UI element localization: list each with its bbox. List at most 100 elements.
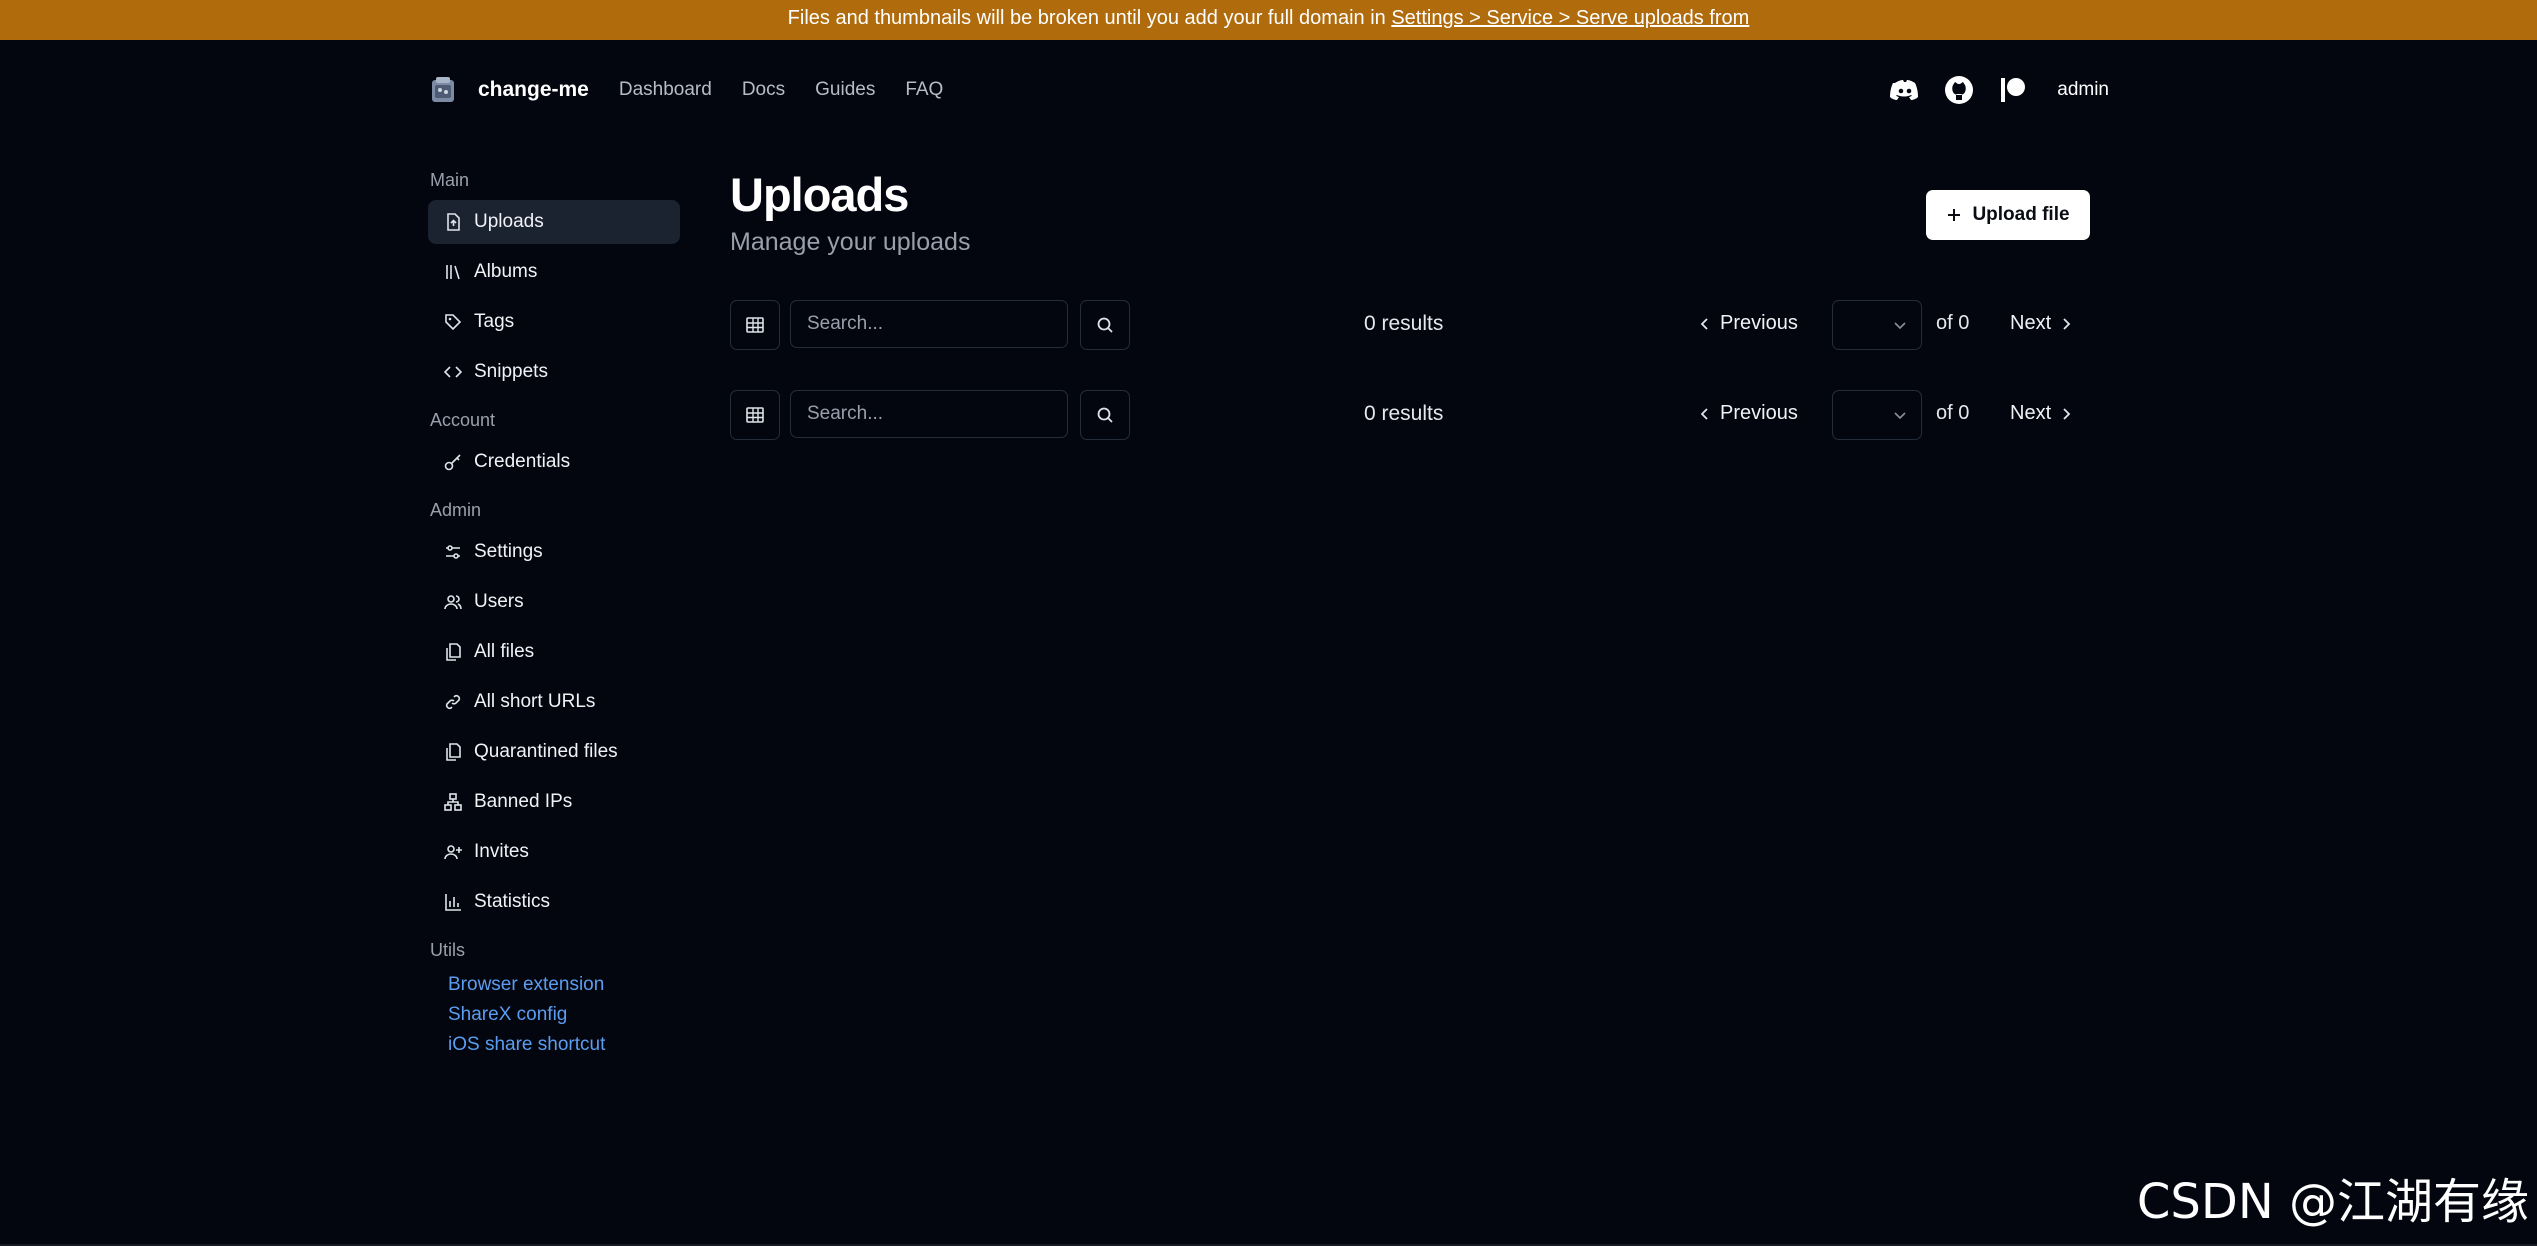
- sidebar-item-credentials[interactable]: Credentials: [428, 440, 680, 484]
- sidebar-item-users[interactable]: Users: [428, 580, 680, 624]
- sidebar-item-tags[interactable]: Tags: [428, 300, 680, 344]
- search-input[interactable]: [790, 300, 1068, 348]
- patreon-icon[interactable]: [1997, 74, 2029, 106]
- nav-link-docs[interactable]: Docs: [742, 79, 785, 101]
- chevron-right-icon: [2063, 407, 2071, 420]
- results-count: 0 results: [1364, 312, 1444, 335]
- sidebar-item-banned-ips[interactable]: Banned IPs: [428, 780, 680, 824]
- toolbar-top: 0 results Previous of 0 Next: [730, 300, 2090, 350]
- sidebar-item-label: All files: [474, 641, 535, 662]
- page-title: Uploads: [730, 168, 909, 221]
- page-select[interactable]: [1832, 300, 1922, 350]
- sidebar-item-uploads[interactable]: Uploads: [428, 200, 680, 244]
- search-input[interactable]: [790, 390, 1068, 438]
- sidebar-item-label: Uploads: [474, 211, 544, 232]
- sidebar-item-statistics[interactable]: Statistics: [428, 880, 680, 924]
- sidebar-item-settings[interactable]: Settings: [428, 530, 680, 574]
- sidebar-item-invites[interactable]: Invites: [428, 830, 680, 874]
- chevron-left-icon: [1700, 407, 1708, 420]
- previous-label: Previous: [1720, 402, 1798, 424]
- user-menu[interactable]: admin: [2057, 79, 2109, 101]
- results-count: 0 results: [1364, 402, 1444, 425]
- sidebar-item-albums[interactable]: Albums: [428, 250, 680, 294]
- chevron-down-icon: [1894, 412, 1906, 420]
- nav-link-faq[interactable]: FAQ: [905, 79, 943, 101]
- sidebar-item-label: Settings: [474, 541, 543, 562]
- sidebar-section-account: Account: [430, 410, 496, 430]
- brand-name[interactable]: change-me: [478, 78, 589, 102]
- sidebar-item-label: Statistics: [474, 891, 551, 912]
- sidebar-item-label: Albums: [474, 261, 538, 282]
- warning-banner: Files and thumbnails will be broken unti…: [0, 0, 2537, 40]
- users-icon: [444, 595, 462, 610]
- grid-view-toggle[interactable]: [730, 390, 780, 440]
- page-total: of 0: [1936, 312, 1970, 334]
- banner-settings-link[interactable]: Settings > Service > Serve uploads from: [1391, 7, 1749, 29]
- next-page-button[interactable]: Next: [2010, 402, 2073, 425]
- util-link-browser-extension[interactable]: Browser extension: [428, 970, 680, 1000]
- previous-page-button[interactable]: Previous: [1698, 312, 1798, 335]
- sidebar-item-all-files[interactable]: All files: [428, 630, 680, 674]
- util-link-ios-share-shortcut[interactable]: iOS share shortcut: [428, 1030, 680, 1060]
- watermark: CSDN @江湖有缘: [2136, 1174, 2529, 1230]
- app-logo-icon[interactable]: [428, 75, 458, 105]
- files-icon: [446, 743, 461, 761]
- upload-file-button[interactable]: Upload file: [1926, 190, 2090, 240]
- tags-icon: [445, 314, 462, 331]
- sidebar-section-admin: Admin: [430, 500, 482, 520]
- next-label: Next: [2010, 312, 2052, 334]
- sidebar-item-label: Tags: [474, 311, 515, 332]
- grid-view-toggle[interactable]: [730, 300, 780, 350]
- nav-link-guides[interactable]: Guides: [815, 79, 875, 101]
- nav-link-dashboard[interactable]: Dashboard: [619, 79, 712, 101]
- sidebar-item-all-short-urls[interactable]: All short URLs: [428, 680, 680, 724]
- search-button[interactable]: [1080, 300, 1130, 350]
- search-button[interactable]: [1080, 390, 1130, 440]
- toolbar-bottom: 0 results Previous of 0 Next: [730, 390, 2090, 440]
- page-select[interactable]: [1832, 390, 1922, 440]
- table-icon: [746, 407, 764, 423]
- settings-sliders-icon: [446, 545, 460, 559]
- chevron-right-icon: [2063, 317, 2071, 330]
- page-subtitle: Manage your uploads: [730, 228, 971, 256]
- sidebar-item-quarantined-files[interactable]: Quarantined files: [428, 730, 680, 774]
- sidebar: Main Uploads Albums Tags Snippets Accoun…: [428, 170, 680, 1060]
- file-upload-icon: [447, 213, 460, 231]
- sidebar-item-snippets[interactable]: Snippets: [428, 350, 680, 394]
- key-icon: [444, 454, 461, 471]
- table-icon: [746, 317, 764, 333]
- library-icon: [446, 265, 460, 280]
- main-content: Uploads Manage your uploads Upload file …: [730, 168, 2090, 440]
- util-link-sharex-config[interactable]: ShareX config: [428, 1000, 680, 1030]
- top-navigation: change-me Dashboard Docs Guides FAQ admi…: [428, 68, 2109, 112]
- plus-icon: [1948, 209, 1961, 221]
- sidebar-item-label: All short URLs: [474, 691, 596, 712]
- network-icon: [444, 793, 462, 811]
- previous-page-button[interactable]: Previous: [1698, 402, 1798, 425]
- banner-text: Files and thumbnails will be broken unti…: [787, 7, 1386, 29]
- search-icon: [1097, 317, 1113, 333]
- code-icon: [444, 366, 462, 378]
- previous-label: Previous: [1720, 312, 1798, 334]
- next-label: Next: [2010, 402, 2052, 424]
- sidebar-section-main: Main: [430, 170, 470, 190]
- github-icon[interactable]: [1943, 74, 1975, 106]
- page-total: of 0: [1936, 402, 1970, 424]
- chevron-left-icon: [1700, 317, 1708, 330]
- bar-chart-icon: [445, 894, 461, 911]
- user-plus-icon: [444, 845, 462, 860]
- next-page-button[interactable]: Next: [2010, 312, 2073, 335]
- sidebar-section-utils: Utils: [430, 940, 465, 960]
- sidebar-item-label: Quarantined files: [474, 741, 618, 762]
- chevron-down-icon: [1894, 322, 1906, 330]
- files-icon: [446, 643, 461, 661]
- sidebar-item-label: Snippets: [474, 361, 548, 382]
- discord-icon[interactable]: [1889, 74, 1921, 106]
- sidebar-item-label: Banned IPs: [474, 791, 573, 812]
- link-icon: [445, 694, 461, 710]
- search-icon: [1097, 407, 1113, 423]
- upload-file-label: Upload file: [1972, 204, 2070, 225]
- sidebar-item-label: Invites: [474, 841, 529, 862]
- sidebar-item-label: Credentials: [474, 451, 571, 472]
- sidebar-item-label: Users: [474, 591, 524, 612]
